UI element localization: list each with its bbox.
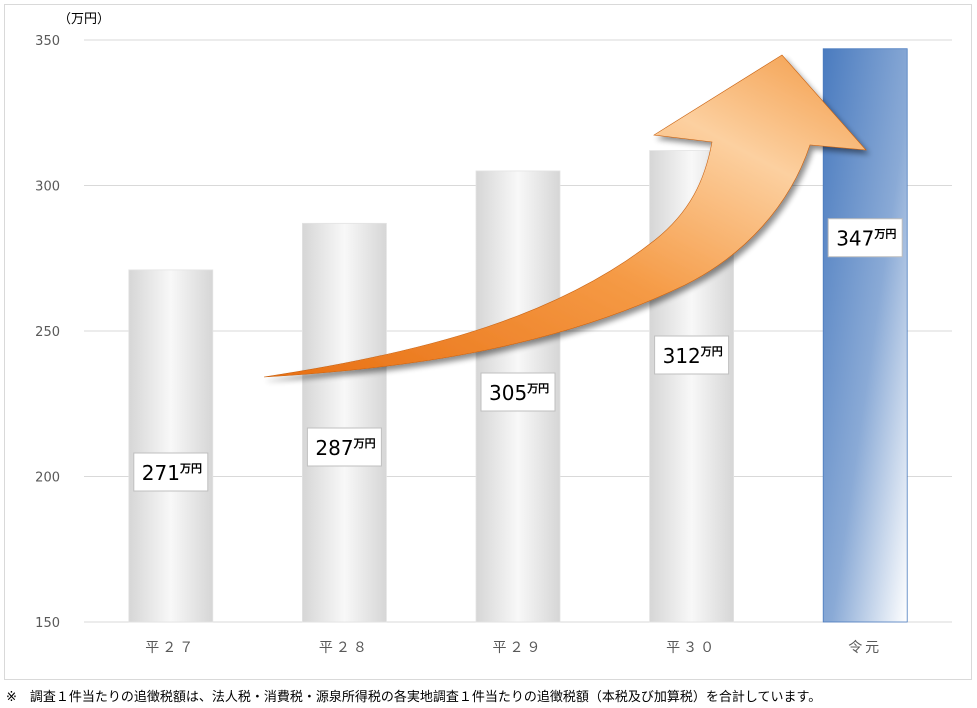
data-label-unit: 万円: [526, 382, 549, 395]
y-tick-label: 200: [35, 471, 60, 486]
y-tick-label: 150: [35, 616, 60, 631]
data-label-unit: 万円: [353, 437, 376, 450]
y-tick-label: 300: [35, 180, 60, 195]
footnote: ※ 調査１件当たりの追徴税額は、法人税・消費税・源泉所得税の各実地調査１件当たり…: [6, 690, 822, 705]
bar-chart: 271万円287万円305万円312万円347万円 （万円） 150200250…: [35, 12, 952, 656]
y-tick-label: 250: [35, 325, 60, 340]
data-label-value: 287: [315, 436, 353, 460]
data-label-value: 271: [142, 461, 180, 485]
y-unit-label: （万円）: [58, 12, 110, 27]
data-label-unit: 万円: [179, 462, 202, 475]
data-label-value: 312: [663, 344, 701, 368]
bar: [128, 269, 214, 623]
y-tick-label: 350: [35, 34, 60, 49]
data-label-unit: 万円: [873, 228, 896, 241]
x-tick-label: 令元: [848, 640, 882, 656]
x-tick-label: 平３０: [666, 640, 717, 656]
data-label-value: 305: [489, 381, 527, 405]
x-tick-label: 平２７: [145, 640, 196, 656]
x-tick-label: 平２８: [319, 640, 370, 656]
data-label-unit: 万円: [700, 345, 723, 358]
x-tick-label: 平２９: [493, 640, 544, 656]
data-label-value: 347: [836, 227, 874, 251]
bar: [301, 222, 387, 623]
